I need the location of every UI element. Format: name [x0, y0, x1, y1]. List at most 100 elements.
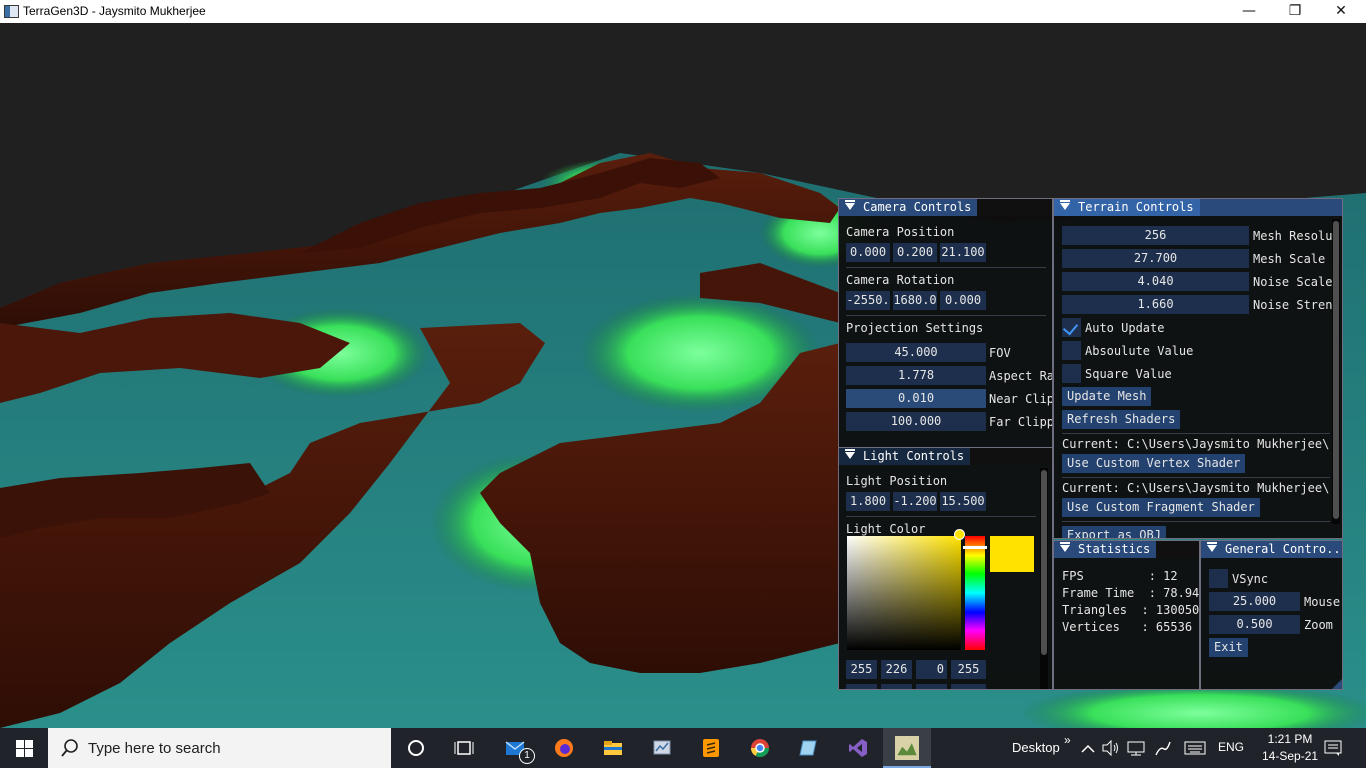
- close-button[interactable]: ✕: [1318, 0, 1364, 23]
- color-picker-cursor[interactable]: [954, 529, 965, 540]
- general-controls-window[interactable]: General Contro... VSync 25.000 Mouse 0.5…: [1200, 540, 1343, 690]
- color-g-field[interactable]: 226: [881, 660, 912, 679]
- notifications-icon[interactable]: [1324, 740, 1342, 756]
- noise-strength-slider[interactable]: 1.660: [1062, 295, 1249, 314]
- camera-controls-titlebar[interactable]: Camera Controls: [839, 199, 1052, 216]
- square-value-checkbox[interactable]: [1062, 364, 1081, 383]
- near-clip-slider[interactable]: 0.010: [846, 389, 986, 408]
- pen-workspace-icon[interactable]: [1154, 740, 1172, 756]
- language-indicator[interactable]: ENG: [1218, 740, 1244, 754]
- terrain-controls-titlebar[interactable]: Terrain Controls: [1054, 199, 1342, 216]
- vsync-checkbox[interactable]: [1209, 569, 1228, 588]
- statistics-window[interactable]: Statistics FPS : 12 Frame Time : 78.94 T…: [1053, 540, 1200, 690]
- light-position-y[interactable]: -1.200: [893, 492, 937, 511]
- start-button[interactable]: [0, 728, 48, 768]
- collapse-arrow-icon[interactable]: [1207, 542, 1217, 552]
- clock-time[interactable]: 1:21 PM: [1262, 732, 1318, 746]
- notepad-button[interactable]: [785, 728, 833, 768]
- color-b-field[interactable]: 0: [916, 660, 947, 679]
- saturation-value-picker[interactable]: [847, 536, 961, 650]
- general-controls-titlebar[interactable]: General Contro...: [1201, 541, 1342, 558]
- noise-scale-slider[interactable]: 4.040: [1062, 272, 1249, 291]
- mesh-scale-label: Mesh Scale: [1253, 252, 1326, 266]
- toolbar-chevron-icon[interactable]: »: [1064, 733, 1071, 747]
- camera-position-y[interactable]: 0.200: [893, 243, 937, 262]
- camera-position-x[interactable]: 0.000: [846, 243, 890, 262]
- use-custom-vertex-shader-button[interactable]: Use Custom Vertex Shader: [1062, 454, 1246, 473]
- scrollbar-thumb[interactable]: [1333, 221, 1339, 519]
- clock-date[interactable]: 14-Sep-21: [1262, 749, 1318, 763]
- fov-slider[interactable]: 45.000: [846, 343, 986, 362]
- collapse-arrow-icon[interactable]: [1060, 200, 1070, 210]
- color-a-field[interactable]: 255: [951, 660, 986, 679]
- statistics-titlebar[interactable]: Statistics: [1054, 541, 1199, 558]
- divider: [846, 315, 1046, 316]
- desktop-toolbar-label[interactable]: Desktop: [1012, 740, 1060, 755]
- window-title-bar[interactable]: TerraGen3D - Jaysmito Mukherjee — ❐ ✕: [0, 0, 1366, 23]
- terragen3d-taskbar-button[interactable]: [883, 728, 931, 768]
- volume-icon[interactable]: [1102, 740, 1120, 756]
- absolute-value-checkbox[interactable]: [1062, 341, 1081, 360]
- camera-rotation-y[interactable]: 1680.0: [893, 291, 937, 310]
- light-controls-scrollbar[interactable]: [1040, 468, 1048, 689]
- taskbar-search-box[interactable]: Type here to search: [48, 728, 391, 768]
- color-hsv-v-field[interactable]: [916, 684, 947, 689]
- show-hidden-icons-icon[interactable]: [1081, 743, 1095, 753]
- sublime-text-button[interactable]: [687, 728, 735, 768]
- touch-keyboard-icon[interactable]: [1184, 741, 1206, 755]
- mouse-speed-slider[interactable]: 25.000: [1209, 592, 1300, 611]
- task-view-button[interactable]: [440, 728, 488, 768]
- light-controls-titlebar[interactable]: Light Controls: [839, 448, 1052, 465]
- camera-rotation-x[interactable]: -2550.: [846, 291, 890, 310]
- auto-update-checkbox[interactable]: [1062, 318, 1081, 337]
- refresh-shaders-button[interactable]: Refresh Shaders: [1062, 410, 1181, 429]
- light-controls-tab[interactable]: Light Controls: [839, 448, 971, 465]
- file-explorer-button[interactable]: [589, 728, 637, 768]
- terrain-controls-window[interactable]: Terrain Controls 256 Mesh Resolu 27.700 …: [1053, 198, 1343, 539]
- exit-button[interactable]: Exit: [1209, 638, 1248, 657]
- folder-icon: [604, 741, 622, 755]
- terrain-controls-tab[interactable]: Terrain Controls: [1054, 199, 1200, 216]
- visual-studio-button[interactable]: [834, 728, 882, 768]
- light-controls-window[interactable]: Light Controls Light Position 1.800 -1.2…: [838, 447, 1053, 690]
- divider: [846, 516, 1036, 517]
- collapse-arrow-icon[interactable]: [1060, 542, 1070, 552]
- zoom-speed-slider[interactable]: 0.500: [1209, 615, 1300, 634]
- camera-controls-tab[interactable]: Camera Controls: [839, 199, 978, 216]
- mesh-scale-slider[interactable]: 27.700: [1062, 249, 1249, 268]
- resize-grip-icon[interactable]: [1332, 679, 1342, 689]
- divider: [1062, 477, 1330, 478]
- control-panel-button[interactable]: [638, 728, 686, 768]
- general-controls-tab[interactable]: General Contro...: [1201, 541, 1342, 558]
- mesh-resolution-slider[interactable]: 256: [1062, 226, 1249, 245]
- export-obj-button[interactable]: Export as OBJ: [1062, 526, 1166, 538]
- chrome-button[interactable]: [736, 728, 784, 768]
- minimize-button[interactable]: —: [1226, 0, 1272, 23]
- collapse-arrow-icon[interactable]: [845, 449, 855, 459]
- far-clip-slider[interactable]: 100.000: [846, 412, 986, 431]
- scrollbar-thumb[interactable]: [1041, 470, 1047, 655]
- mail-app-button[interactable]: 1: [491, 728, 539, 768]
- light-position-x[interactable]: 1.800: [846, 492, 890, 511]
- vertices-stat: Vertices : 65536: [1062, 620, 1193, 634]
- camera-controls-window[interactable]: Camera Controls Camera Position 0.000 0.…: [838, 198, 1053, 448]
- network-icon[interactable]: [1127, 740, 1145, 756]
- camera-rotation-z[interactable]: 0.000: [940, 291, 986, 310]
- update-mesh-button[interactable]: Update Mesh: [1062, 387, 1152, 406]
- color-r-field[interactable]: 255: [846, 660, 877, 679]
- terrain-controls-scrollbar[interactable]: [1332, 219, 1340, 524]
- color-hsv-s-field[interactable]: [881, 684, 912, 689]
- camera-position-z[interactable]: 21.100: [940, 243, 986, 262]
- cortana-button[interactable]: [392, 728, 440, 768]
- firefox-button[interactable]: [540, 728, 588, 768]
- collapse-arrow-icon[interactable]: [845, 200, 855, 210]
- hue-marker[interactable]: [963, 546, 987, 549]
- maximize-button[interactable]: ❐: [1272, 0, 1318, 23]
- color-hsv-a-field[interactable]: [951, 684, 986, 689]
- aspect-ratio-slider[interactable]: 1.778: [846, 366, 986, 385]
- statistics-tab[interactable]: Statistics: [1054, 541, 1157, 558]
- use-custom-fragment-shader-button[interactable]: Use Custom Fragment Shader: [1062, 498, 1260, 517]
- color-hsv-h-field[interactable]: [846, 684, 877, 689]
- light-position-z[interactable]: 15.500: [940, 492, 986, 511]
- hue-slider[interactable]: [965, 536, 985, 650]
